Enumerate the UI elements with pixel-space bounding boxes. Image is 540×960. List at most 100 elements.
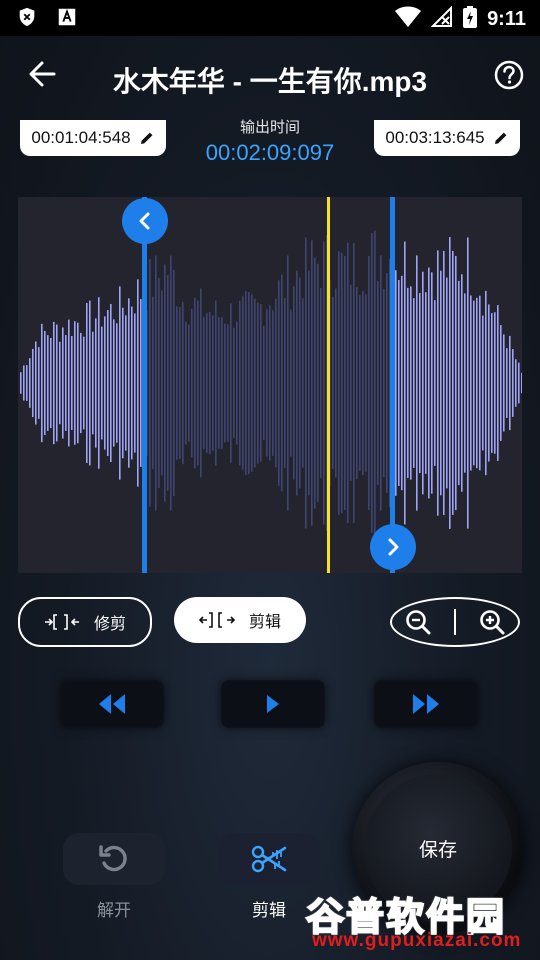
waveform-bar [335,288,337,478]
waveform-bar [356,286,358,480]
waveform-bar [224,323,226,443]
waveform-bar [398,280,400,486]
help-button[interactable] [494,60,524,90]
waveform-bar [491,313,493,453]
waveform-bar [95,318,97,448]
watermark: 谷普软件园 www.gupuxiazai.com [298,886,538,958]
cut-mode-button[interactable]: 剪辑 [174,597,306,643]
waveform-bar [50,337,52,429]
waveform-bar [263,325,265,441]
waveform-bar [101,326,103,440]
waveform-bar [365,294,367,472]
chevron-right-icon [388,538,399,556]
waveform-bar [308,270,310,496]
waveform-bar [254,298,256,468]
start-time-value: 00:01:04:548 [31,128,131,147]
zoom-in-button[interactable] [476,606,508,638]
waveform-bar [41,323,43,443]
waveform-bar [212,315,214,451]
waveform-bar [482,315,484,451]
waveform-editor[interactable] [18,197,522,573]
trim-mode-button[interactable]: 修剪 [18,597,152,647]
waveform[interactable] [18,197,522,573]
waveform-bar [350,285,352,481]
waveform-bar [407,287,409,479]
waveform-bar [485,290,487,476]
waveform-bar [131,306,133,460]
zoom-out-button[interactable] [402,606,434,638]
waveform-bar [26,365,28,401]
font-icon [56,6,78,33]
waveform-bar [377,281,379,485]
trim-mode-label: 修剪 [93,616,126,633]
waveform-bar [272,310,274,456]
waveform-bar [257,302,259,464]
waveform-bar [266,309,268,457]
waveform-bar [86,303,88,463]
waveform-bar [386,273,388,493]
undo-icon [99,845,127,872]
battery-charging-icon [463,6,478,33]
waveform-bar [476,297,478,469]
waveform-bar [122,307,124,459]
waveform-bar [203,316,205,450]
chevron-left-icon [139,212,150,230]
waveform-bar [119,286,121,480]
waveform-bar [410,286,412,480]
page-title: 水木年华 - 一生有你.mp3 [112,66,428,97]
waveform-bar [512,349,514,417]
play-button[interactable] [221,680,325,728]
selection-end-marker[interactable] [390,197,395,573]
waveform-bar [509,335,511,431]
waveform-bar [140,299,142,467]
waveform-bar [128,298,130,468]
waveform-bar [518,362,520,404]
waveform-bar [77,322,79,444]
zoom-in-icon [480,610,505,635]
rewind-button[interactable] [60,680,164,728]
waveform-bar [233,327,235,439]
cut-icon [198,612,235,628]
waveform-bar [299,277,301,489]
waveform-bar [428,267,430,499]
playhead[interactable] [327,197,330,573]
waveform-bar [92,331,94,435]
waveform-bar [437,250,439,516]
selection-start-handle[interactable] [122,198,168,244]
waveform-bar [197,300,199,466]
start-time-field[interactable]: 00:01:04:548 [20,120,166,156]
waveform-bar [104,316,106,450]
selection-start-marker[interactable] [142,197,147,573]
waveform-bar [338,251,340,515]
waveform-bar [149,259,151,507]
waveform-bar [317,263,319,503]
waveform-bar [221,317,223,449]
waveform-bar [431,272,433,494]
waveform-bar [176,306,178,460]
waveform-bar [80,332,82,434]
zoom-out-icon [406,610,431,635]
undo-button[interactable] [63,833,165,885]
fast-forward-button[interactable] [374,680,478,728]
waveform-bar [134,313,136,453]
waveform-bar [242,296,244,470]
waveform-bar [458,280,460,486]
waveform-bar [65,335,67,431]
waveform-bar [191,308,193,458]
wifi-icon [395,6,422,33]
waveform-bar [23,365,25,401]
waveform-bar [284,298,286,468]
status-time: 9:11 [487,8,526,30]
waveform-bar [161,290,163,476]
back-button[interactable] [24,56,60,92]
cutter-button[interactable] [218,833,320,885]
waveform-bar [293,286,295,480]
selection-end-handle[interactable] [370,524,416,570]
waveform-bar [179,307,181,459]
waveform-bar [116,323,118,443]
play-icon [267,695,279,713]
waveform-bar [68,319,70,447]
waveform-bar [353,242,355,524]
end-time-field[interactable]: 00:03:13:645 [374,120,520,156]
waveform-bar [464,293,466,473]
